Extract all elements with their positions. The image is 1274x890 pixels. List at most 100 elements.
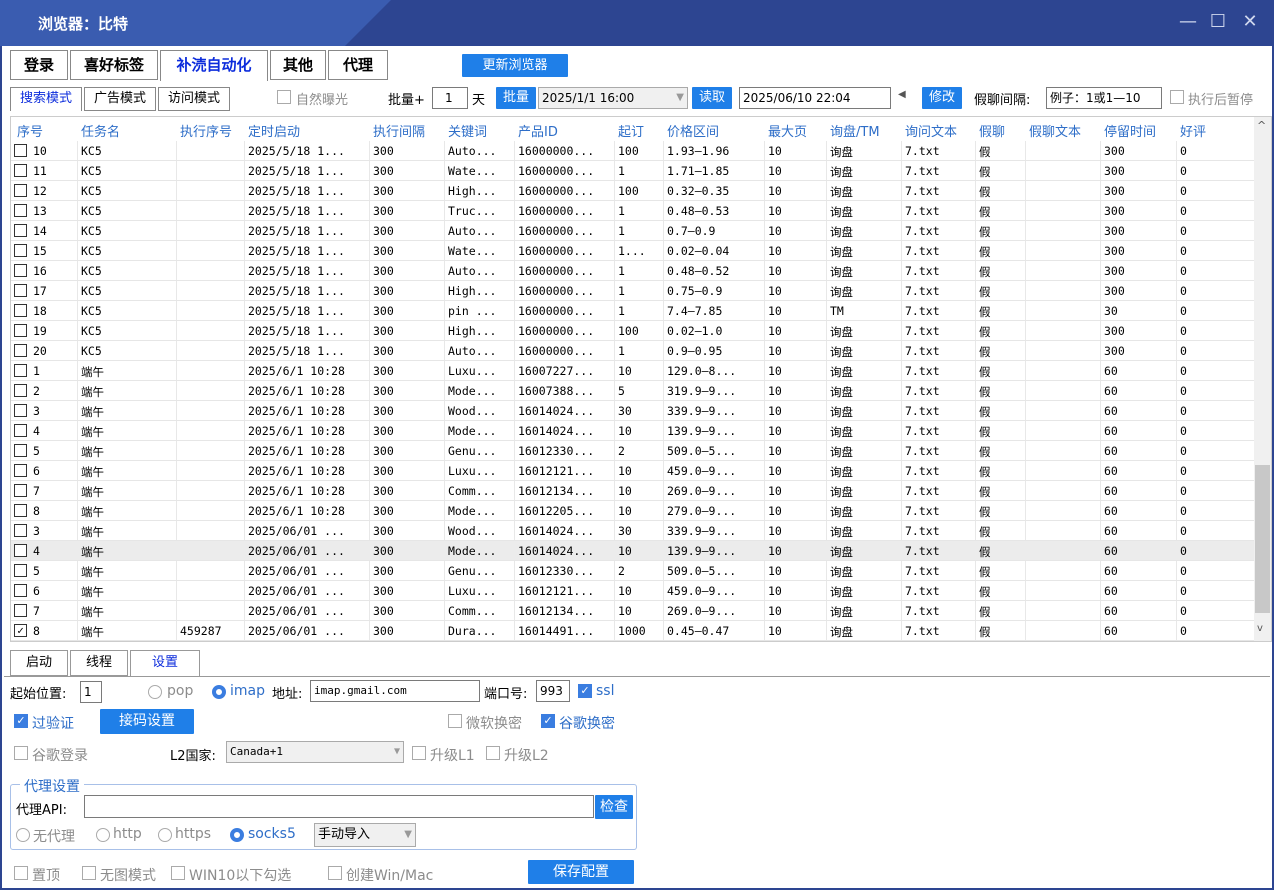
tab-other[interactable]: 其他 xyxy=(270,50,326,80)
table-row[interactable]: 6 端午 2025/06/01 ... 300 Luxu... 16012121... 10… xyxy=(11,581,1255,601)
verify-checkbox[interactable]: ✓ xyxy=(14,714,28,728)
minimize-icon[interactable]: — xyxy=(1176,12,1200,32)
table-row[interactable]: 4 端午 2025/06/01 ... 300 Mode... 16014024... 10… xyxy=(11,541,1255,561)
column-header-interval[interactable]: 执行间隔 xyxy=(373,121,425,140)
read-button[interactable]: 读取 xyxy=(692,87,732,109)
column-header-inquiry-tm[interactable]: 询盘/TM xyxy=(830,121,880,140)
column-header-exec-seq[interactable]: 执行序号 xyxy=(180,121,232,140)
table-row[interactable]: 19 KC5 2025/5/18 1... 300 High... 16000000...… xyxy=(11,321,1255,341)
row-checkbox[interactable] xyxy=(14,584,27,597)
batch-days-input[interactable]: 1 xyxy=(432,87,468,109)
column-header-min-order[interactable]: 起订 xyxy=(618,121,644,140)
ms-change-pw-checkbox[interactable] xyxy=(448,714,462,728)
column-header-price-range[interactable]: 价格区间 xyxy=(667,121,719,140)
table-row[interactable]: 7 端午 2025/6/1 10:28 300 Comm... 16012134... 10… xyxy=(11,481,1255,501)
scrollbar-thumb[interactable] xyxy=(1255,465,1270,613)
column-header-fake-chat-text[interactable]: 假聊文本 xyxy=(1029,121,1081,140)
fake-chat-interval-input[interactable]: 例子：1或1—10 xyxy=(1046,87,1162,109)
modify-button[interactable]: 修改 xyxy=(922,87,962,109)
socks5-radio[interactable] xyxy=(230,828,244,842)
table-row[interactable]: 1 端午 2025/6/1 10:28 300 Luxu... 16007227... 10… xyxy=(11,361,1255,381)
table-row[interactable]: 5 端午 2025/6/1 10:28 300 Genu... 16012330... 2 5… xyxy=(11,441,1255,461)
imap-radio[interactable] xyxy=(212,685,226,699)
column-header-rating[interactable]: 好评 xyxy=(1180,121,1206,140)
row-checkbox[interactable] xyxy=(14,324,27,337)
row-checkbox[interactable] xyxy=(14,184,27,197)
table-row[interactable]: 6 端午 2025/6/1 10:28 300 Luxu... 16012121... 10… xyxy=(11,461,1255,481)
maximize-icon[interactable]: ☐ xyxy=(1206,12,1230,32)
tab-preference-tags[interactable]: 喜好标签 xyxy=(70,50,158,80)
tab-search-mode[interactable]: 搜索模式 xyxy=(10,87,82,111)
start-position-input[interactable]: 1 xyxy=(80,681,102,703)
table-row[interactable]: 16 KC5 2025/5/18 1... 300 Auto... 16000000...… xyxy=(11,261,1255,281)
pause-after-checkbox[interactable] xyxy=(1170,90,1184,104)
close-icon[interactable]: ✕ xyxy=(1238,12,1262,32)
port-input[interactable]: 993 xyxy=(536,680,570,702)
row-checkbox[interactable] xyxy=(14,424,27,437)
tab-ad-mode[interactable]: 广告模式 xyxy=(84,87,156,111)
row-checkbox[interactable] xyxy=(14,504,27,517)
table-row[interactable]: 17 KC5 2025/5/18 1... 300 High... 16000000...… xyxy=(11,281,1255,301)
check-proxy-button[interactable]: 检查 xyxy=(595,795,633,819)
vertical-scrollbar[interactable]: ^ v xyxy=(1254,117,1271,641)
end-datetime-input[interactable]: 2025/06/10 22:04 xyxy=(739,87,891,109)
row-checkbox[interactable] xyxy=(14,364,27,377)
row-checkbox[interactable] xyxy=(14,284,27,297)
update-browser-button[interactable]: 更新浏览器 xyxy=(462,54,568,77)
tab-threads[interactable]: 线程 xyxy=(70,650,128,676)
row-checkbox[interactable] xyxy=(14,564,27,577)
l2-country-select[interactable]: Canada+1 ▼ xyxy=(226,741,404,763)
start-datetime-picker[interactable]: 2025/1/1 16:00 ▼ xyxy=(538,87,688,109)
column-header-keyword[interactable]: 关键词 xyxy=(448,121,487,140)
google-login-checkbox[interactable] xyxy=(14,746,28,760)
table-row[interactable]: 5 端午 2025/06/01 ... 300 Genu... 16012330... 2 5… xyxy=(11,561,1255,581)
table-row[interactable]: 13 KC5 2025/5/18 1... 300 Truc... 16000000...… xyxy=(11,201,1255,221)
scroll-down-icon[interactable]: v xyxy=(1257,623,1263,634)
batch-button[interactable]: 批量 xyxy=(496,87,536,109)
column-header-max-page[interactable]: 最大页 xyxy=(768,121,807,140)
create-win-mac-checkbox[interactable] xyxy=(328,866,342,880)
proxy-api-input[interactable] xyxy=(84,795,594,818)
row-checkbox[interactable] xyxy=(14,344,27,357)
column-header-inquiry-text[interactable]: 询问文本 xyxy=(905,121,957,140)
row-checkbox[interactable] xyxy=(14,244,27,257)
save-config-button[interactable]: 保存配置 xyxy=(528,860,634,884)
natural-exposure-checkbox[interactable] xyxy=(277,90,291,104)
row-checkbox[interactable] xyxy=(14,524,27,537)
row-checkbox[interactable]: ✓ xyxy=(14,624,27,637)
row-checkbox[interactable] xyxy=(14,164,27,177)
imap-address-input[interactable]: imap.gmail.com xyxy=(310,680,480,702)
row-checkbox[interactable] xyxy=(14,444,27,457)
upgrade-l1-checkbox[interactable] xyxy=(412,746,426,760)
column-header-product-id[interactable]: 产品ID xyxy=(518,121,558,140)
table-row[interactable]: 2 端午 2025/6/1 10:28 300 Mode... 16007388... 5 3… xyxy=(11,381,1255,401)
tab-start[interactable]: 启动 xyxy=(10,650,68,676)
always-on-top-checkbox[interactable] xyxy=(14,866,28,880)
table-row[interactable]: 12 KC5 2025/5/18 1... 300 High... 16000000...… xyxy=(11,181,1255,201)
table-row[interactable]: 4 端午 2025/6/1 10:28 300 Mode... 16014024... 10… xyxy=(11,421,1255,441)
table-row[interactable]: 8 端午 2025/6/1 10:28 300 Mode... 16012205... 10… xyxy=(11,501,1255,521)
row-checkbox[interactable] xyxy=(14,544,27,557)
table-row[interactable]: 3 端午 2025/06/01 ... 300 Wood... 16014024... 30… xyxy=(11,521,1255,541)
row-checkbox[interactable] xyxy=(14,304,27,317)
row-checkbox[interactable] xyxy=(14,264,27,277)
column-header-seq[interactable]: 序号 xyxy=(17,121,43,140)
table-row[interactable]: 7 端午 2025/06/01 ... 300 Comm... 16012134... 10… xyxy=(11,601,1255,621)
table-row[interactable]: 11 KC5 2025/5/18 1... 300 Wate... 16000000...… xyxy=(11,161,1255,181)
code-settings-button[interactable]: 接码设置 xyxy=(100,709,194,734)
row-checkbox[interactable] xyxy=(14,464,27,477)
row-checkbox[interactable] xyxy=(14,604,27,617)
row-checkbox[interactable] xyxy=(14,384,27,397)
table-row[interactable]: ✓ 8 端午 459287 2025/06/01 ... 300 Dura... 160144… xyxy=(11,621,1255,641)
upgrade-l2-checkbox[interactable] xyxy=(486,746,500,760)
column-header-task-name[interactable]: 任务名 xyxy=(81,121,120,140)
import-mode-select[interactable]: 手动导入 ▼ xyxy=(314,823,416,847)
google-change-pw-checkbox[interactable]: ✓ xyxy=(541,714,555,728)
https-radio[interactable] xyxy=(158,828,172,842)
row-checkbox[interactable] xyxy=(14,144,27,157)
ssl-checkbox[interactable]: ✓ xyxy=(578,684,592,698)
row-checkbox[interactable] xyxy=(14,204,27,217)
column-header-fake-chat[interactable]: 假聊 xyxy=(979,121,1005,140)
table-row[interactable]: 3 端午 2025/6/1 10:28 300 Wood... 16014024... 30… xyxy=(11,401,1255,421)
tab-automation[interactable]: 补涜自动化 xyxy=(160,50,268,81)
